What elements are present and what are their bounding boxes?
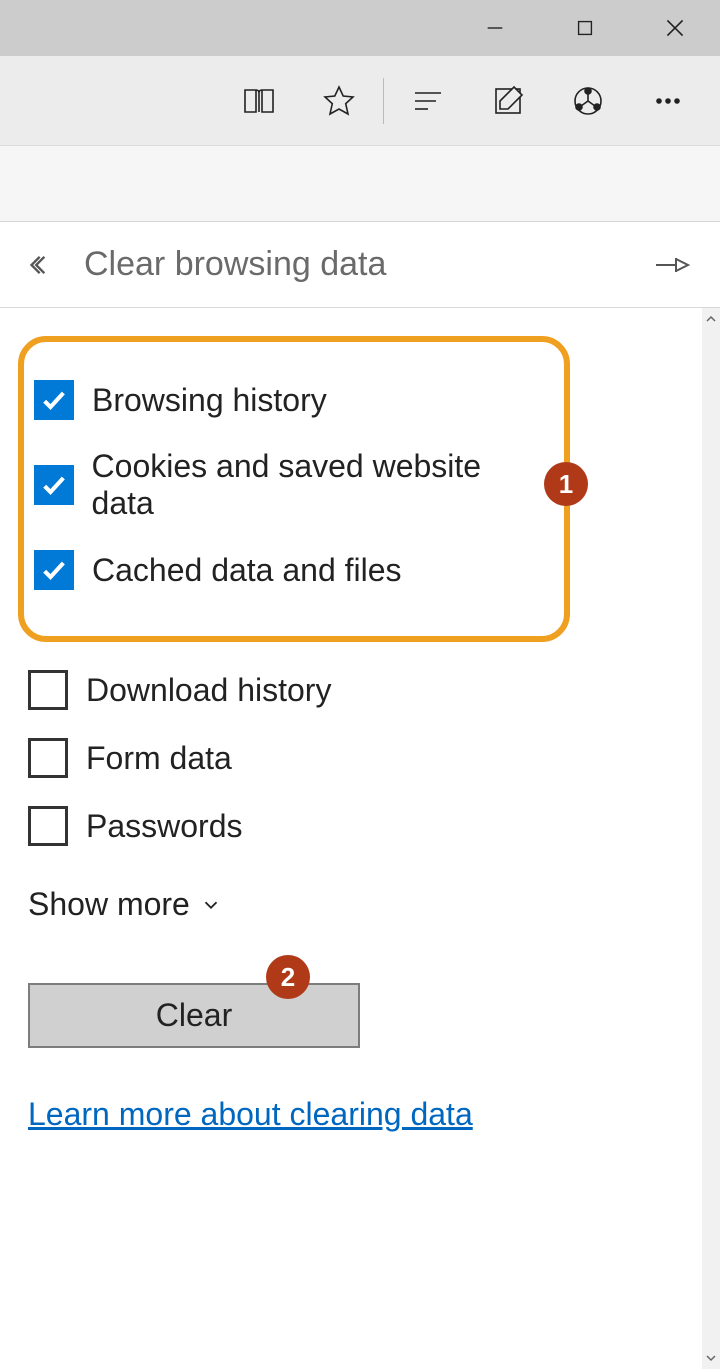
learn-more-link[interactable]: Learn more about clearing data xyxy=(28,1096,680,1133)
checkbox-label: Download history xyxy=(86,672,331,709)
panel-title: Clear browsing data xyxy=(84,245,654,284)
checkbox-label: Browsing history xyxy=(92,382,327,419)
checkbox-label: Passwords xyxy=(86,808,243,845)
callout-badge: 2 xyxy=(266,955,310,999)
checkbox-label: Form data xyxy=(86,740,232,777)
toolbar-separator xyxy=(383,78,384,124)
checkbox-cookies[interactable]: Cookies and saved website data xyxy=(34,448,546,522)
checkbox-icon xyxy=(34,550,74,590)
checkbox-icon xyxy=(28,738,68,778)
scroll-up-icon[interactable] xyxy=(702,310,720,328)
maximize-button[interactable] xyxy=(540,0,630,56)
hub-icon[interactable] xyxy=(388,71,468,131)
show-more-toggle[interactable]: Show more xyxy=(28,886,680,923)
learn-more-label: Learn more about clearing data xyxy=(28,1096,473,1132)
checkbox-passwords[interactable]: Passwords xyxy=(28,806,680,846)
checkbox-form-data[interactable]: Form data xyxy=(28,738,680,778)
share-icon[interactable] xyxy=(548,71,628,131)
checkbox-icon xyxy=(28,670,68,710)
checkbox-cached-data[interactable]: Cached data and files xyxy=(34,550,546,590)
chevron-down-icon xyxy=(200,894,222,916)
show-more-label: Show more xyxy=(28,886,190,923)
more-icon[interactable] xyxy=(628,71,708,131)
checkbox-icon xyxy=(34,465,74,505)
favorites-icon[interactable] xyxy=(299,71,379,131)
clear-button-label: Clear xyxy=(156,997,232,1034)
close-button[interactable] xyxy=(630,0,720,56)
checkbox-download-history[interactable]: Download history xyxy=(28,670,680,710)
toolbar-spacer xyxy=(0,146,720,222)
web-note-icon[interactable] xyxy=(468,71,548,131)
panel-header: Clear browsing data xyxy=(0,222,720,308)
scroll-down-icon[interactable] xyxy=(702,1349,720,1367)
callout-badge: 1 xyxy=(544,462,588,506)
highlight-box: Browsing history Cookies and saved websi… xyxy=(18,336,570,642)
panel-content: Browsing history Cookies and saved websi… xyxy=(0,308,720,1133)
clear-button[interactable]: Clear xyxy=(28,983,360,1048)
back-icon[interactable] xyxy=(28,251,56,279)
checkbox-icon xyxy=(28,806,68,846)
checkbox-label: Cookies and saved website data xyxy=(92,448,546,522)
browser-toolbar xyxy=(0,56,720,146)
reading-view-icon[interactable] xyxy=(219,71,299,131)
checkbox-label: Cached data and files xyxy=(92,552,402,589)
minimize-button[interactable] xyxy=(450,0,540,56)
checkbox-icon xyxy=(34,380,74,420)
window-titlebar xyxy=(0,0,720,56)
scrollbar[interactable] xyxy=(702,308,720,1369)
checkbox-browsing-history[interactable]: Browsing history xyxy=(34,380,546,420)
pin-icon[interactable] xyxy=(654,253,692,277)
